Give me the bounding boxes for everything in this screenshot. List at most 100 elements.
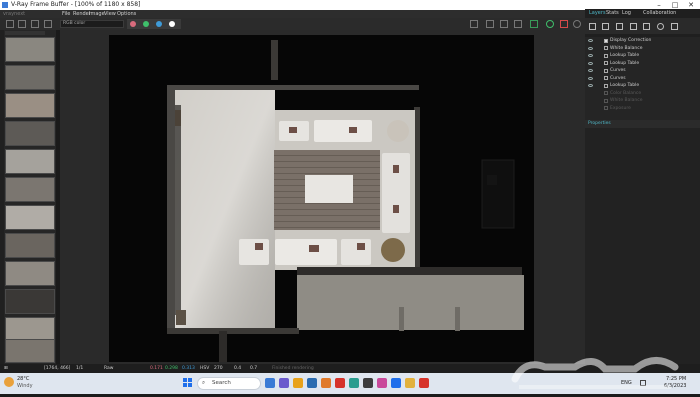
properties-panel: Properties	[585, 120, 700, 364]
history-thumb[interactable]	[5, 177, 55, 202]
store-icon[interactable]	[321, 378, 331, 388]
menu-image[interactable]: Image	[89, 10, 105, 18]
layer-row[interactable]: White Balance	[585, 45, 700, 53]
region-render-icon[interactable]	[486, 20, 494, 28]
eye-icon[interactable]	[588, 61, 593, 65]
eye-icon[interactable]	[588, 39, 593, 42]
curves-icon	[604, 68, 608, 73]
layer-folder-icon[interactable]	[602, 23, 609, 30]
load-icon[interactable]	[44, 20, 52, 28]
history-thumb[interactable]	[5, 339, 55, 363]
taskbar-search[interactable]: ⌕ Search	[197, 377, 261, 390]
track-mouse-icon[interactable]	[530, 20, 538, 28]
stop-render-icon[interactable]	[573, 20, 581, 28]
eye-icon[interactable]	[588, 54, 593, 57]
history-thumb[interactable]	[5, 65, 55, 90]
history-thumb[interactable]	[5, 233, 55, 258]
status-message: Finished rendering	[272, 366, 314, 371]
add-layer-icon[interactable]	[589, 23, 596, 30]
app-icon[interactable]	[377, 378, 387, 388]
save-layers-icon[interactable]	[616, 23, 623, 30]
history-thumb[interactable]	[5, 205, 55, 230]
weather-desc: Windy	[17, 383, 33, 389]
app-icon[interactable]	[391, 378, 401, 388]
val-value: 0.7	[250, 366, 258, 371]
history-thumb[interactable]	[5, 261, 55, 286]
history-panel	[4, 30, 56, 364]
red-channel-icon[interactable]	[130, 21, 136, 27]
right-panel: Layers Stats Log Collaboration Display C…	[585, 9, 700, 364]
tab-collaboration[interactable]: Collaboration	[643, 9, 676, 18]
history-thumb[interactable]	[5, 121, 55, 146]
load-layers-icon[interactable]	[630, 23, 637, 30]
panel-tabs: Layers Stats Log Collaboration	[585, 9, 700, 18]
vray-taskbar-icon[interactable]	[363, 378, 373, 388]
file-explorer-icon[interactable]	[293, 378, 303, 388]
save-image-icon[interactable]	[470, 20, 478, 28]
layer-row[interactable]: Lookup Table	[585, 82, 700, 90]
layer-row[interactable]: Curves	[585, 67, 700, 75]
tab-stats[interactable]: Stats	[606, 9, 619, 18]
history-icon[interactable]	[18, 20, 26, 28]
weather-icon[interactable]	[4, 377, 14, 387]
interactive-render-icon[interactable]	[514, 20, 522, 28]
app-icon[interactable]	[405, 378, 415, 388]
history-thumb[interactable]	[5, 37, 55, 62]
layer-label: Curves	[610, 75, 626, 81]
haraj-logo-icon	[511, 357, 679, 389]
eye-icon[interactable]	[588, 46, 593, 50]
chat-icon[interactable]	[279, 378, 289, 388]
edge-icon[interactable]	[307, 378, 317, 388]
start-windows-icon[interactable]	[183, 378, 193, 388]
render-toolbar: RGB color	[0, 18, 585, 30]
undo-icon[interactable]	[657, 23, 664, 30]
layer-row[interactable]: Display Correction	[585, 37, 700, 45]
task-view-icon[interactable]	[265, 378, 275, 388]
haraj-watermark	[505, 345, 685, 393]
tab-layers[interactable]: Layers	[589, 9, 606, 18]
layer-row[interactable]: Lookup Table	[585, 60, 700, 68]
alpha-channel-icon[interactable]	[169, 21, 175, 27]
3dsmax-icon[interactable]	[349, 378, 359, 388]
eye-icon[interactable]	[588, 76, 593, 80]
eye-icon[interactable]	[588, 69, 593, 72]
history-thumb[interactable]	[5, 289, 55, 314]
color-mode: HSV	[200, 366, 210, 371]
layer-label: Lookup Table	[610, 60, 640, 66]
channel-select[interactable]: RGB color	[60, 20, 124, 28]
refresh-icon[interactable]	[546, 20, 554, 28]
white-balance-icon	[604, 98, 608, 103]
app-icon[interactable]	[419, 378, 429, 388]
layer-row[interactable]: Lookup Table	[585, 52, 700, 60]
green-channel-icon[interactable]	[143, 21, 149, 27]
menu-view[interactable]: View	[104, 10, 116, 18]
zoom-ratio: 1/1	[76, 366, 84, 371]
delete-layer-icon[interactable]	[671, 23, 678, 30]
layer-row[interactable]: Exposure	[585, 105, 700, 113]
layer-label: White Balance	[610, 45, 643, 51]
layer-checkbox-icon[interactable]	[604, 38, 608, 43]
layer-row[interactable]: White Balance	[585, 97, 700, 105]
crop-icon[interactable]	[500, 20, 508, 28]
history-thumb[interactable]	[5, 93, 55, 118]
render-teapot-icon[interactable]	[560, 20, 568, 28]
raw-label: Raw	[104, 366, 114, 371]
rendered-image	[109, 35, 534, 362]
app-icon[interactable]	[335, 378, 345, 388]
layer-row[interactable]: Curves	[585, 75, 700, 83]
layer-label: Color Balance	[610, 90, 642, 96]
layer-label: Lookup Table	[610, 83, 640, 88]
save-icon[interactable]	[6, 20, 14, 28]
zoom-fit-icon[interactable]: ⊞	[4, 364, 8, 373]
blue-channel-icon[interactable]	[156, 21, 162, 27]
menu-options[interactable]: Options	[117, 10, 136, 18]
history-header	[5, 31, 45, 35]
compare-icon[interactable]	[31, 20, 39, 28]
layer-list: Display Correction White Balance Lookup …	[585, 37, 700, 112]
history-thumb[interactable]	[5, 149, 55, 174]
eye-icon[interactable]	[588, 84, 593, 87]
tab-log[interactable]: Log	[622, 9, 631, 18]
preset-icon[interactable]	[643, 23, 650, 30]
layer-row[interactable]: Color Balance	[585, 90, 700, 98]
menu-file[interactable]: File	[62, 10, 70, 18]
